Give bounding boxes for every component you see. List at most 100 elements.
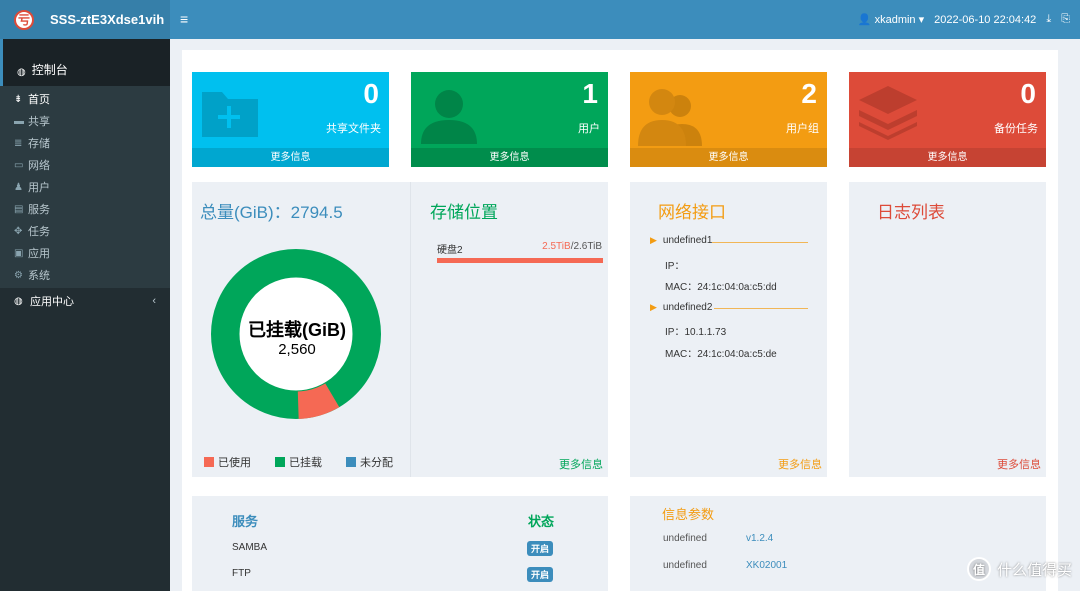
info-box-label: 共享文件夹 [326, 123, 381, 135]
sidebar: ◍ 控制台 ⇟ 首页 ▬ 共享 ≣ 存储 ▭ 网络 ♟ 用户 ▤ 服务 ✥ 任务 ▣ 应用 ⚙ 系… [0, 39, 170, 591]
interface-name: ▶ undefined1 [650, 235, 712, 246]
disk-used: 2.5TiB [542, 241, 571, 252]
services-column-header: 服务 [232, 514, 259, 529]
dashboard-icon: ◍ [17, 67, 26, 78]
info-box-label: 用户组 [786, 123, 819, 135]
more-info-link[interactable]: 更多信息 [849, 148, 1046, 167]
capacity-storage-panel: 总量(GiB)：2794.5 已挂载(GiB) 2,560 已使用 已挂载 未分… [192, 182, 608, 477]
services-panel: 服务 状态 SAMBA 开启 FTP 开启 [192, 496, 608, 591]
watermark: 值 什么值得买 [966, 557, 1072, 581]
sidebar-toggle-icon[interactable]: ≡ [180, 11, 188, 27]
storage-more-link[interactable]: 更多信息 [559, 456, 603, 472]
sidebar-dashboard-label: 控制台 [31, 63, 68, 77]
home-icon: ⇟ [14, 93, 23, 105]
sidebar-item-label: 共享 [28, 116, 50, 128]
sidebar-item-network[interactable]: ▭ 网络 [0, 154, 170, 176]
more-info-link[interactable]: 更多信息 [192, 148, 389, 167]
sidebar-item-label: 服务 [28, 204, 50, 216]
download-icon[interactable]: ⤓ [1046, 13, 1051, 26]
language-icon[interactable]: ⎘ [1061, 13, 1070, 26]
user-menu[interactable]: 👤 xkadmin ▾ [858, 13, 924, 26]
sidebar-item-label: 存储 [28, 138, 50, 150]
users-icon: ♟ [14, 181, 23, 193]
top-navbar: 亏 SSS-ztE3Xdse1vih ≡ 👤 xkadmin ▾ 2022-06… [0, 0, 1080, 39]
disk-total: /2.6TiB [570, 241, 602, 252]
donut-center-value: 2,560 [278, 341, 316, 358]
disk-name: 硬盘2 [437, 245, 463, 256]
caret-down-icon: ▾ [918, 14, 925, 26]
sidebar-item-system[interactable]: ⚙ 系统 [0, 264, 170, 286]
info-box-number: 1 [582, 78, 598, 109]
storage-title: 存储位置 [430, 203, 498, 222]
legend-swatch [346, 457, 356, 467]
caret-right-icon: ▶ [650, 302, 657, 312]
legend-swatch [275, 457, 285, 467]
service-name: FTP [232, 568, 251, 579]
info-box-shared-folders: 0 共享文件夹 更多信息 [192, 72, 389, 167]
log-panel: 日志列表 更多信息 [849, 182, 1046, 477]
sidebar-item-home[interactable]: ⇟ 首页 [0, 88, 170, 110]
log-more-link[interactable]: 更多信息 [997, 456, 1041, 472]
param-value: XK02001 [746, 560, 788, 571]
interface-underline [714, 308, 808, 309]
info-box-backup-tasks: 0 备份任务 更多信息 [849, 72, 1046, 167]
network-title: 网络接口 [658, 203, 726, 222]
info-box-label: 用户 [578, 123, 600, 135]
network-more-link[interactable]: 更多信息 [778, 456, 822, 472]
cogs-icon: ⚙ [14, 269, 23, 281]
sidebar-item-share[interactable]: ▬ 共享 [0, 110, 170, 132]
info-box-number: 2 [801, 78, 817, 109]
user-icon: 👤 [857, 14, 872, 26]
param-key: undefined [663, 560, 707, 571]
info-box-number: 0 [363, 78, 379, 109]
status-badge[interactable]: 开启 [527, 541, 554, 556]
server-icon: ▤ [14, 203, 24, 215]
interface-name-text: undefined1 [662, 235, 713, 246]
crosshair-icon: ✥ [14, 225, 23, 237]
log-title: 日志列表 [877, 203, 945, 222]
status-badge[interactable]: 开启 [527, 567, 554, 582]
sidebar-item-label: 用户 [28, 182, 50, 194]
legend-label: 已挂载 [289, 457, 322, 469]
param-key: undefined [663, 533, 707, 544]
datetime: 2022-06-10 22:04:42 [934, 13, 1037, 26]
network-panel: 网络接口 ▶ undefined1 IP： MAC：24:1c:04:0a:c5:… [630, 182, 827, 477]
sidebar-app-center-label: 应用中心 [30, 296, 74, 308]
interface-name-text: undefined2 [662, 302, 713, 313]
status-column-header: 状态 [528, 514, 555, 529]
legend-item-mounted: 已挂载 [275, 454, 322, 470]
more-info-link[interactable]: 更多信息 [411, 148, 608, 167]
panel-divider [410, 182, 411, 477]
database-icon: ≣ [14, 137, 23, 149]
info-box-user-groups: 2 用户组 更多信息 [630, 72, 827, 167]
folder-plus-icon [202, 92, 258, 137]
navbar-right: 👤 xkadmin ▾ 2022-06-10 22:04:42 ⤓ ⎘ [858, 0, 1070, 39]
sidebar-item-label: 系统 [28, 270, 50, 282]
legend-swatch [204, 457, 214, 467]
sidebar-item-tasks[interactable]: ✥ 任务 [0, 220, 170, 242]
info-params-title: 信息参数 [662, 507, 715, 522]
users-icon [638, 89, 702, 146]
interface-mac: MAC：24:1c:04:0a:c5:dd [665, 282, 777, 293]
brand[interactable]: 亏 SSS-ztE3Xdse1vih [0, 0, 170, 39]
capacity-title: 总量(GiB)：2794.5 [200, 203, 343, 222]
donut-center-label: 已挂载(GiB) [248, 320, 346, 340]
sidebar-item-storage[interactable]: ≣ 存储 [0, 132, 170, 154]
watermark-text: 什么值得买 [996, 561, 1072, 579]
sidebar-app-center[interactable]: ◍ 应用中心 ‹ [0, 288, 170, 314]
interface-name: ▶ undefined2 [650, 302, 712, 313]
user-name: xkadmin [874, 14, 916, 26]
sidebar-item-services[interactable]: ▤ 服务 [0, 198, 170, 220]
sidebar-item-users[interactable]: ♟ 用户 [0, 176, 170, 198]
sidebar-dashboard[interactable]: ◍ 控制台 [0, 39, 170, 86]
sidebar-item-label: 网络 [28, 160, 50, 172]
app-title: SSS-ztE3Xdse1vih [50, 12, 165, 27]
legend-label: 已使用 [218, 457, 251, 469]
more-info-link[interactable]: 更多信息 [630, 148, 827, 167]
sidebar-item-label: 任务 [28, 226, 50, 238]
layers-icon [859, 86, 917, 140]
main-content: 0 共享文件夹 更多信息 1 用户 更多信息 2 用户组 更多信息 0 备份任务… [182, 50, 1058, 591]
sidebar-item-apps[interactable]: ▣ 应用 [0, 242, 170, 264]
param-value: v1.2.4 [746, 533, 774, 544]
disk-capacity: 2.5TiB/2.6TiB [538, 241, 602, 252]
